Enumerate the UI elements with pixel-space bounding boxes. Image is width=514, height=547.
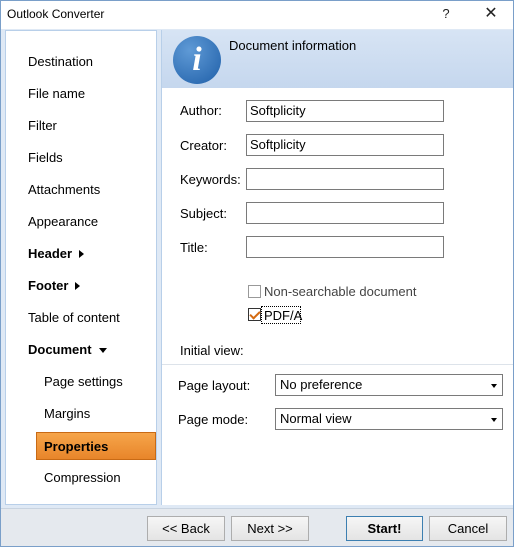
title-field[interactable]	[246, 236, 444, 258]
start-button[interactable]: Start!	[346, 516, 423, 541]
expand-arrow-icon	[75, 282, 81, 290]
page-layout-value: No preference	[280, 377, 363, 392]
sidebar-item-label: Header	[28, 246, 73, 261]
sidebar-item-attachments[interactable]: Attachments	[28, 176, 100, 204]
dialog-body: Destination File name Filter Fields Atta…	[1, 29, 513, 546]
sidebar-item-label: Page settings	[44, 374, 123, 389]
initial-view-heading: Initial view:	[180, 343, 244, 358]
subject-field[interactable]	[246, 202, 444, 224]
pdfa-checkbox[interactable]	[248, 308, 261, 321]
sidebar-item-table-of-content[interactable]: Table of content	[28, 304, 120, 332]
sidebar-item-label: Table of content	[28, 310, 120, 325]
window-title: Outlook Converter	[7, 7, 105, 21]
sidebar-item-properties[interactable]: Properties	[36, 432, 156, 460]
sidebar-item-label: Margins	[44, 406, 91, 421]
collapse-arrow-icon	[98, 348, 107, 353]
author-label: Author:	[180, 103, 222, 118]
sidebar-item-label: Appearance	[28, 214, 99, 229]
keywords-field[interactable]	[246, 168, 444, 190]
sidebar-nav: Destination File name Filter Fields Atta…	[5, 30, 157, 505]
help-button[interactable]: ?	[433, 3, 459, 25]
section-header: i Document information	[162, 30, 513, 88]
sidebar-item-label: Destination	[28, 54, 94, 69]
sidebar-item-label: Compression	[44, 470, 121, 485]
sidebar-item-filter[interactable]: Filter	[28, 112, 57, 140]
page-mode-value: Normal view	[280, 411, 352, 426]
title-bar: Outlook Converter ? ✕	[1, 1, 513, 29]
sidebar-item-label: File name	[28, 86, 86, 101]
page-mode-label: Page mode:	[178, 412, 249, 427]
pdfa-label: PDF/A	[264, 308, 303, 323]
sidebar-item-appearance[interactable]: Appearance	[28, 208, 98, 236]
keywords-label: Keywords:	[180, 172, 241, 187]
page-layout-select[interactable]: No preference	[275, 374, 503, 396]
button-bar: << Back Next >> Start! Cancel	[1, 508, 513, 546]
properties-panel: i Document information Author: Softplici…	[161, 30, 513, 505]
section-title: Document information	[229, 38, 357, 53]
creator-field[interactable]: Softplicity	[246, 134, 444, 156]
info-icon: i	[173, 36, 221, 84]
sidebar-item-footer[interactable]: Footer	[28, 272, 81, 300]
subject-label: Subject:	[180, 206, 227, 221]
sidebar-item-margins[interactable]: Margins	[44, 400, 90, 428]
sidebar-item-label: Properties	[44, 439, 109, 454]
cancel-button[interactable]: Cancel	[429, 516, 507, 541]
author-field[interactable]: Softplicity	[246, 100, 444, 122]
expand-arrow-icon	[79, 250, 85, 258]
sidebar-item-label: Attachments	[28, 182, 101, 197]
non-searchable-label: Non-searchable document	[264, 284, 417, 299]
sidebar-item-label: Footer	[28, 278, 69, 293]
sidebar-item-file-name[interactable]: File name	[28, 80, 85, 108]
sidebar-item-label: Filter	[28, 118, 57, 133]
dropdown-arrow-icon	[491, 418, 497, 422]
back-button[interactable]: << Back	[147, 516, 225, 541]
page-layout-label: Page layout:	[178, 378, 251, 393]
non-searchable-checkbox[interactable]	[248, 285, 261, 298]
sidebar-item-document[interactable]: Document	[28, 336, 107, 364]
next-button[interactable]: Next >>	[231, 516, 309, 541]
sidebar-item-destination[interactable]: Destination	[28, 48, 93, 76]
page-mode-select[interactable]: Normal view	[275, 408, 503, 430]
close-button[interactable]: ✕	[478, 3, 504, 25]
sidebar-item-page-settings[interactable]: Page settings	[44, 368, 123, 396]
sidebar-item-fields[interactable]: Fields	[28, 144, 63, 172]
sidebar-item-label: Document	[28, 342, 92, 357]
sidebar-item-label: Fields	[28, 150, 63, 165]
dropdown-arrow-icon	[491, 384, 497, 388]
divider	[162, 364, 513, 365]
creator-label: Creator:	[180, 138, 227, 153]
sidebar-item-compression[interactable]: Compression	[44, 464, 121, 492]
title-label: Title:	[180, 240, 208, 255]
sidebar-item-header[interactable]: Header	[28, 240, 85, 268]
outlook-converter-window: Outlook Converter ? ✕ Destination File n…	[0, 0, 514, 547]
